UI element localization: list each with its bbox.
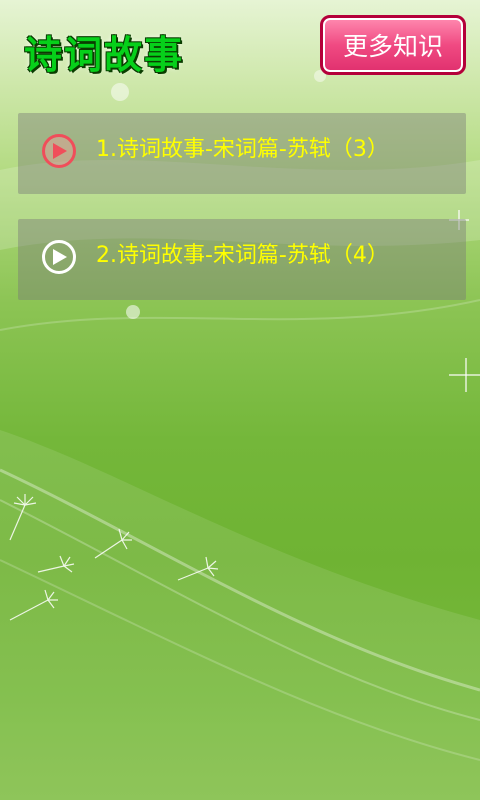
list-item[interactable]: 2.诗词故事-宋词篇-苏轼（4）	[18, 219, 466, 300]
play-icon	[42, 240, 76, 274]
play-icon	[42, 134, 76, 168]
story-list: 1.诗词故事-宋词篇-苏轼（3） 2.诗词故事-宋词篇-苏轼（4）	[18, 113, 466, 325]
list-item-label: 1.诗词故事-宋词篇-苏轼（3）	[96, 137, 389, 162]
list-item[interactable]: 1.诗词故事-宋词篇-苏轼（3）	[18, 113, 466, 194]
more-knowledge-button[interactable]: 更多知识	[320, 15, 466, 75]
list-item-label: 2.诗词故事-宋词篇-苏轼（4）	[96, 243, 389, 268]
app-title: 诗词故事	[24, 33, 185, 77]
